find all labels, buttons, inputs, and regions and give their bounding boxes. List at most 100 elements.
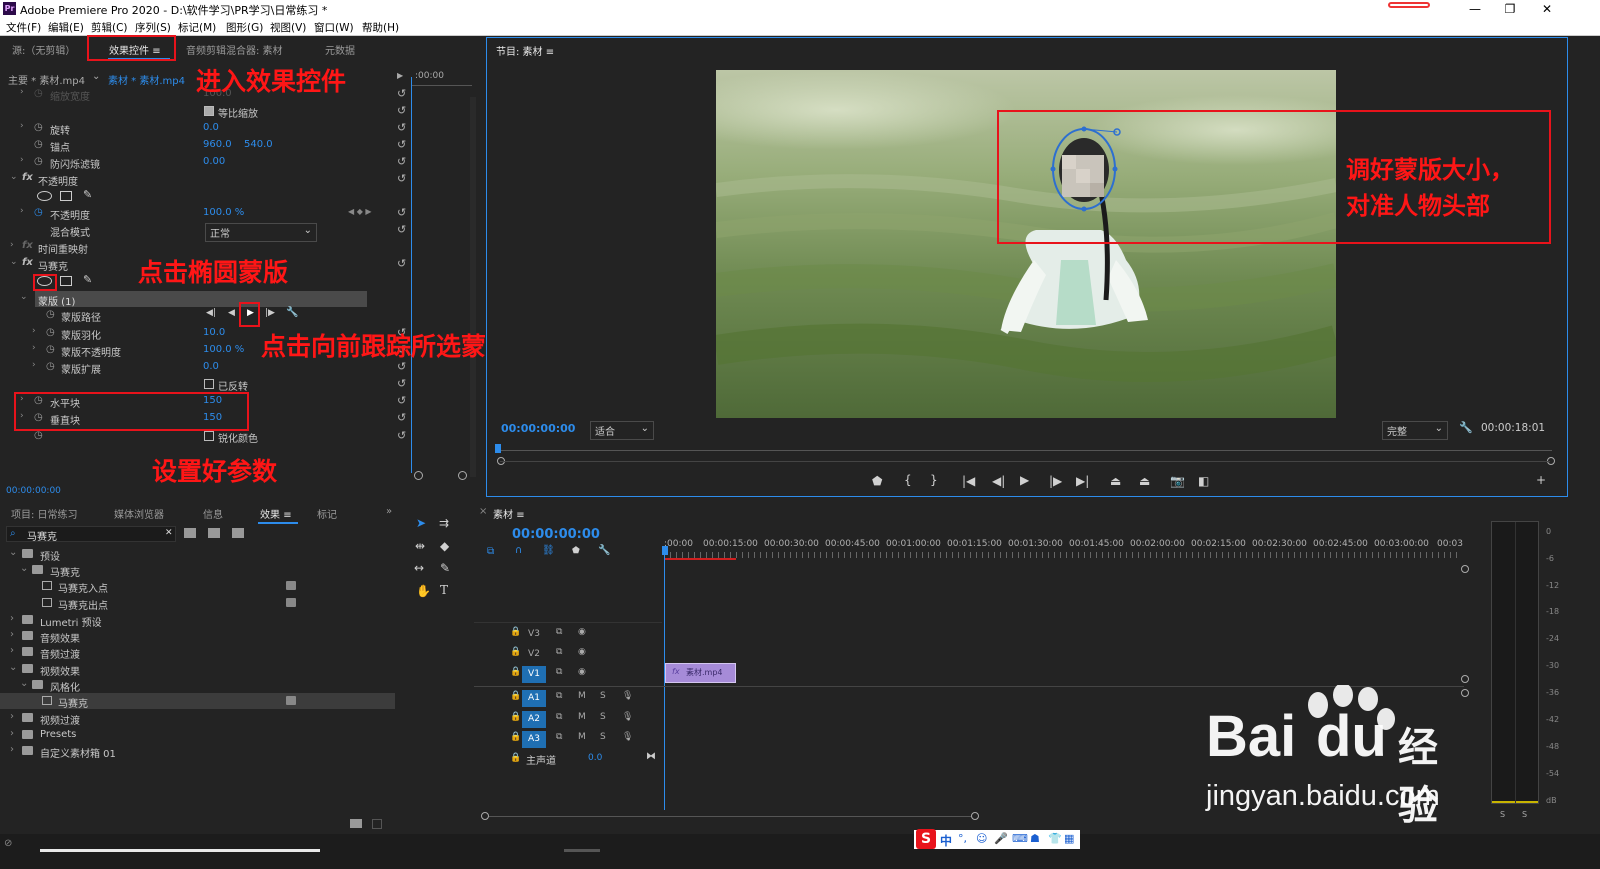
tree-item-mosaic-out[interactable]: 马赛克出点 [0, 595, 400, 612]
chevron-down-icon[interactable]: ⌄ [10, 257, 18, 267]
reset-icon[interactable]: ↺ [397, 429, 406, 442]
uniform-scale-checkbox[interactable] [204, 106, 214, 116]
go-to-out-icon[interactable]: ▶| [1076, 474, 1089, 488]
reset-icon[interactable]: ↺ [397, 121, 406, 134]
tree-item-stylize[interactable]: ⌄ 风格化 [0, 677, 400, 694]
hand-tool-icon[interactable]: ✋ [416, 584, 431, 598]
nest-icon[interactable]: ⧉ [487, 546, 494, 557]
tree-item-video-transitions[interactable]: › 视频过渡 [0, 710, 400, 727]
camera-icon[interactable]: 📷 [1170, 474, 1185, 488]
timeline-playhead-head[interactable] [662, 546, 668, 555]
effects-search-input[interactable]: ⌕ 马赛克 ✕ [6, 526, 176, 543]
tab-menu-icon[interactable]: ≡ [516, 510, 524, 521]
solo-button[interactable]: S [600, 732, 606, 742]
go-to-in-icon[interactable]: |◀ [962, 474, 975, 488]
lock-icon[interactable]: 🔒 [510, 627, 521, 637]
zoom-handle-right[interactable] [458, 471, 467, 480]
accelerated-effects-icon[interactable] [184, 528, 196, 538]
reset-icon[interactable]: ↺ [397, 206, 406, 219]
chevron-right-icon[interactable]: › [10, 645, 14, 656]
effect-controls-timecode[interactable]: 00:00:00:00 [6, 486, 61, 496]
microphone-icon[interactable]: 🎙 [622, 691, 633, 701]
tree-item-presets-en[interactable]: › Presets [0, 727, 400, 743]
mute-button[interactable]: M [578, 732, 586, 742]
eye-icon[interactable]: ◉ [578, 667, 586, 677]
sharpen-colors-checkbox[interactable] [204, 431, 214, 441]
chevron-down-icon[interactable]: ⌄ [9, 547, 17, 558]
keyboard-icon[interactable]: ⌨ [1012, 832, 1028, 845]
lift-icon[interactable]: ⏏ [1110, 474, 1121, 488]
track-select-tool-icon[interactable]: ⇉ [439, 516, 449, 530]
anchor-y-value[interactable]: 540.0 [244, 139, 273, 150]
v-scroll-handle-top[interactable] [1461, 565, 1469, 573]
microphone-icon[interactable]: 🎙 [622, 712, 633, 722]
menu-file[interactable]: 文件(F) [6, 20, 41, 35]
tab-markers[interactable]: 标记 [317, 506, 337, 521]
tab-audio-clip-mixer[interactable]: 音频剪辑混合器: 素材 [186, 42, 283, 57]
tree-item-audio-effects[interactable]: › 音频效果 [0, 628, 400, 645]
tab-info[interactable]: 信息 [203, 506, 223, 521]
tree-item-mosaic-in[interactable]: 马赛克入点 [0, 578, 400, 595]
tree-item-custom-bin[interactable]: › 自定义素材箱 01 [0, 743, 400, 760]
maximize-button[interactable]: ❐ [1495, 0, 1525, 18]
track-backward-icon[interactable]: ◀| [206, 308, 216, 318]
tree-item-video-effects[interactable]: ⌄ 视频效果 [0, 661, 400, 678]
rotation-value[interactable]: 0.0 [203, 122, 219, 133]
track-name[interactable]: A1 [522, 690, 546, 707]
close-tab-icon[interactable]: × [479, 506, 487, 517]
delete-icon[interactable] [372, 819, 382, 829]
reset-icon[interactable]: ↺ [397, 155, 406, 168]
stopwatch-icon[interactable]: ◷ [34, 88, 43, 99]
sync-lock-icon[interactable]: ⧉ [556, 732, 562, 742]
ime-toolbar[interactable]: S 中 °, ☺ 🎤 ⌨ ☗ 👕 ▦ [914, 829, 1080, 849]
fx-icon[interactable]: fx [22, 257, 33, 268]
ime-language[interactable]: 中 [940, 832, 952, 849]
solo-button[interactable]: S [600, 712, 606, 722]
lock-icon[interactable]: 🔒 [510, 667, 521, 677]
lock-icon[interactable]: 🔒 [510, 691, 521, 701]
anchor-x-value[interactable]: 960.0 [203, 139, 232, 150]
menu-window[interactable]: 窗口(W) [314, 20, 354, 35]
mask-feather-value[interactable]: 10.0 [203, 327, 225, 338]
solo-right-button[interactable]: S [1522, 810, 1527, 819]
track-name[interactable]: V2 [522, 646, 546, 663]
tab-source[interactable]: 源:（无剪辑） [12, 42, 75, 57]
rectangle-mask-icon[interactable] [60, 276, 72, 286]
eye-icon[interactable]: ◉ [578, 627, 586, 637]
chevron-right-icon[interactable]: › [10, 728, 14, 739]
comparison-view-icon[interactable]: ◧ [1198, 474, 1209, 488]
mask-opacity-value[interactable]: 100.0 % [203, 344, 244, 355]
sync-lock-icon[interactable]: ⧉ [556, 691, 562, 701]
menu-sequence[interactable]: 序列(S) [135, 20, 171, 35]
tree-item-lumetri[interactable]: › Lumetri 预设 [0, 612, 400, 629]
stopwatch-icon[interactable]: ◷ [46, 361, 55, 372]
fx-icon[interactable]: fx [22, 172, 33, 183]
opacity-value[interactable]: 100.0 % [203, 207, 244, 218]
punctuation-icon[interactable]: °, [958, 832, 967, 845]
tab-program[interactable]: 节目: 素材 ≡ [496, 43, 554, 58]
tree-item-mosaic-presets[interactable]: ⌄ 马赛克 [0, 562, 400, 579]
reset-icon[interactable]: ↺ [397, 172, 406, 185]
slip-tool-icon[interactable]: ↔ [414, 561, 424, 575]
chevron-right-icon[interactable]: › [20, 121, 24, 131]
marker-icon[interactable]: ⬟ [872, 474, 882, 488]
rectangle-mask-icon[interactable] [60, 191, 72, 201]
selection-tool-icon[interactable]: ➤ [416, 516, 426, 530]
add-marker-icon[interactable]: ⬟ [572, 546, 580, 556]
tab-media-browser[interactable]: 媒体浏览器 [114, 506, 164, 521]
pen-tool-icon[interactable]: ✎ [440, 561, 450, 575]
mute-button[interactable]: M [578, 691, 586, 701]
reset-icon[interactable]: ↺ [397, 104, 406, 117]
timeline-settings-icon[interactable]: 🔧 [598, 545, 610, 556]
reset-icon[interactable]: ↺ [397, 411, 406, 424]
snap-icon[interactable]: ∩ [515, 545, 522, 556]
stopwatch-icon[interactable]: ◷ [34, 156, 43, 167]
solo-left-button[interactable]: S [1500, 810, 1505, 819]
reset-icon[interactable]: ↺ [397, 223, 406, 236]
program-scrub-bar[interactable] [500, 450, 1552, 451]
sync-lock-icon[interactable]: ⧉ [556, 667, 562, 677]
chevron-right-icon[interactable]: › [10, 711, 14, 722]
type-tool-icon[interactable]: T [440, 583, 448, 597]
zoom-handle-left[interactable] [414, 471, 423, 480]
tree-item-audio-transitions[interactable]: › 音频过渡 [0, 644, 400, 661]
